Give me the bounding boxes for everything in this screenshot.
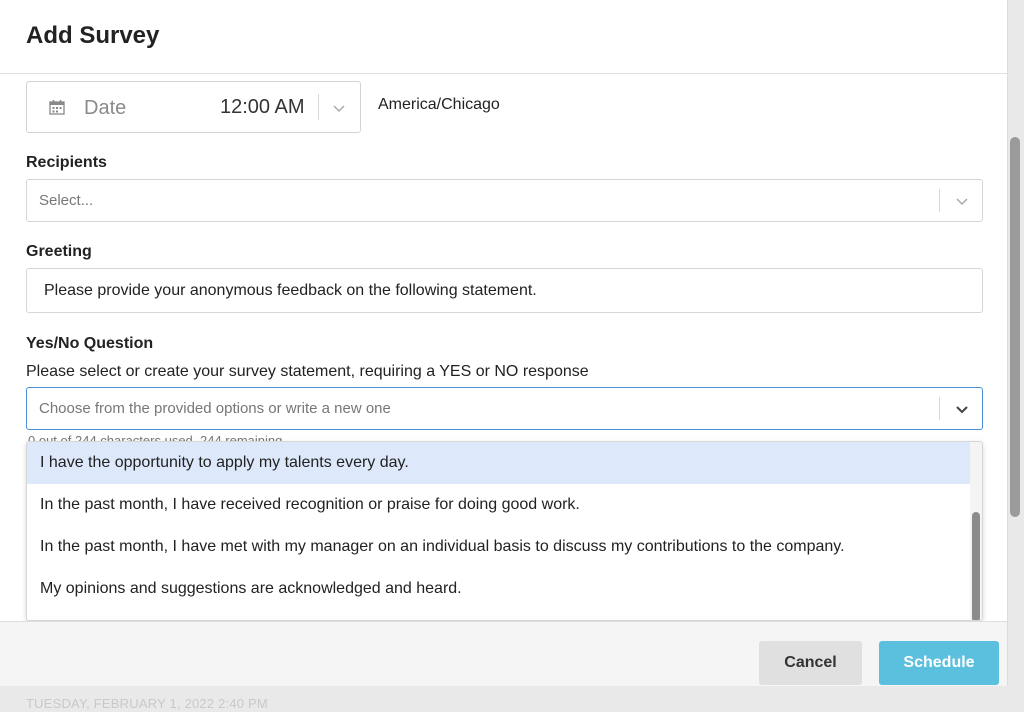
divider [939, 397, 940, 420]
dropdown-scrollbar[interactable] [970, 442, 982, 620]
greeting-label: Greeting [26, 243, 92, 260]
time-value[interactable]: 12:00 AM [220, 96, 305, 119]
option-item[interactable]: I have the opportunity to apply my talen… [27, 442, 972, 484]
question-label: Yes/No Question [26, 335, 154, 352]
option-item[interactable]: In the past month, I have met with my ma… [27, 526, 972, 568]
modal-footer: Cancel Schedule [0, 621, 1007, 686]
background-timestamp: TUESDAY, FEBRUARY 1, 2022 2:40 PM [26, 696, 268, 711]
chevron-down-icon[interactable] [332, 101, 346, 115]
calendar-icon [49, 100, 65, 115]
divider [318, 94, 319, 120]
modal-body: Date 12:00 AM America/Chicago Recipients… [0, 75, 1007, 621]
recipients-select[interactable]: Select... [26, 179, 983, 222]
option-item[interactable]: In the past month, I have received recog… [27, 484, 972, 526]
modal-scroll-thumb[interactable] [1010, 137, 1020, 517]
recipients-label: Recipients [26, 154, 107, 171]
timezone-label: America/Chicago [378, 96, 500, 113]
chevron-down-icon[interactable] [955, 194, 969, 208]
question-hint: Please select or create your survey stat… [26, 363, 589, 380]
date-input[interactable]: Date [84, 97, 126, 120]
divider [939, 189, 940, 212]
schedule-button[interactable]: Schedule [879, 641, 999, 685]
date-time-picker[interactable]: Date 12:00 AM [26, 81, 361, 133]
character-count: 0 out of 244 characters used, 244 remain… [28, 433, 283, 441]
question-placeholder: Choose from the provided options or writ… [39, 400, 391, 417]
dropdown-scroll-thumb[interactable] [972, 512, 980, 620]
add-survey-modal: Add Survey Date 12:00 AM America/Chicago… [0, 0, 1008, 686]
option-item[interactable]: My opinions and suggestions are acknowle… [27, 568, 972, 610]
recipients-placeholder: Select... [39, 192, 94, 209]
modal-scrollbar[interactable] [1008, 75, 1022, 621]
question-select[interactable]: Choose from the provided options or writ… [26, 387, 983, 430]
question-options-menu: I have the opportunity to apply my talen… [26, 441, 983, 621]
greeting-input[interactable]: Please provide your anonymous feedback o… [26, 268, 983, 313]
chevron-down-icon[interactable] [955, 402, 969, 416]
modal-header: Add Survey [0, 0, 1007, 74]
modal-title: Add Survey [26, 22, 160, 49]
cancel-button[interactable]: Cancel [759, 641, 862, 685]
